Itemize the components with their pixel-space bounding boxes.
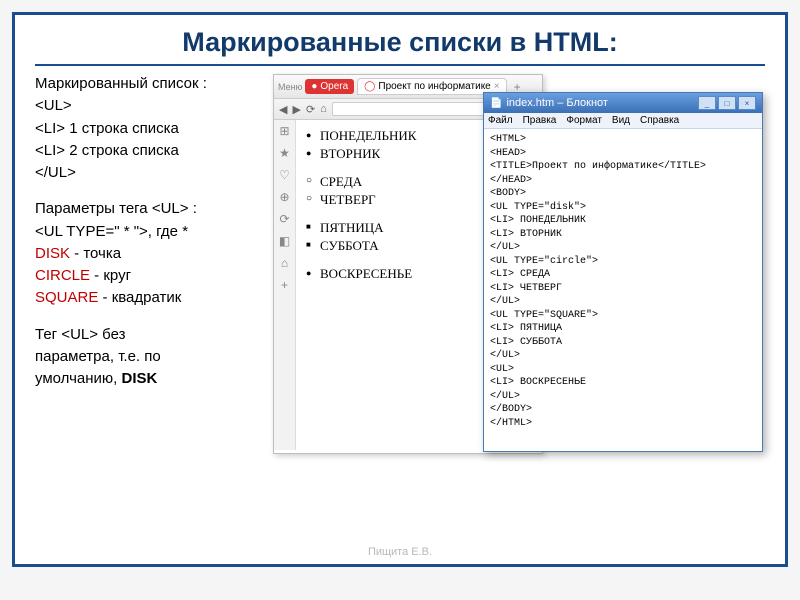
text-line: DISK - точка	[35, 244, 265, 264]
notepad-window: 📄 index.htm – Блокнот _ □ × Файл Правка …	[483, 92, 763, 452]
sidebar-icon[interactable]: ⌂	[278, 256, 292, 270]
code-line: <LI> 1 строка списка	[35, 119, 265, 139]
maximize-button[interactable]: □	[718, 96, 736, 110]
close-button[interactable]: ×	[738, 96, 756, 110]
footer-credit: Пищита Е.В.	[15, 546, 785, 558]
left-text-column: Маркированный список : <UL> <LI> 1 строк…	[35, 74, 265, 391]
menu-edit[interactable]: Правка	[523, 115, 557, 126]
menu-view[interactable]: Вид	[612, 115, 630, 126]
sidebar-icon[interactable]: ⊞	[278, 124, 292, 138]
star-icon[interactable]: ★	[278, 146, 292, 160]
text-line: <UL TYPE=" * ">, где *	[35, 222, 265, 242]
sidebar-icon[interactable]: ⊕	[278, 190, 292, 204]
home-icon[interactable]: ⌂	[320, 103, 327, 115]
text-line: CIRCLE - круг	[35, 266, 265, 286]
menu-format[interactable]: Формат	[566, 115, 602, 126]
text-line: Маркированный список :	[35, 74, 265, 94]
slide-title: Маркированные списки в HTML:	[35, 27, 765, 66]
notepad-editor[interactable]: <HTML> <HEAD> <TITLE>Проект по информати…	[484, 129, 762, 434]
text-line: SQUARE - квадратик	[35, 288, 265, 308]
notepad-icon: 📄	[490, 98, 502, 109]
text-line: умолчанию, DISK	[35, 369, 265, 389]
screenshots-area: Меню ● Opera ◯ Проект по информатике × +…	[273, 74, 765, 391]
text-line: Параметры тега <UL> :	[35, 199, 265, 219]
notepad-title-text: index.htm – Блокнот	[506, 97, 607, 109]
notepad-titlebar: 📄 index.htm – Блокнот _ □ ×	[484, 93, 762, 113]
slide-frame: Маркированные списки в HTML: Маркированн…	[12, 12, 788, 567]
browser-sidebar: ⊞ ★ ♡ ⊕ ⟳ ◧ ⌂ +	[274, 120, 296, 450]
opera-menu-button[interactable]: ● Opera	[305, 79, 354, 94]
back-icon[interactable]: ◀	[279, 103, 287, 116]
opera-icon: ●	[311, 81, 317, 92]
code-line: <LI> 2 строка списка	[35, 141, 265, 161]
window-controls: _ □ ×	[698, 96, 756, 110]
menu-help[interactable]: Справка	[640, 115, 679, 126]
content-row: Маркированный список : <UL> <LI> 1 строк…	[35, 74, 765, 391]
sidebar-icon[interactable]: ⟳	[278, 212, 292, 226]
opera-tab-icon: ◯	[364, 81, 375, 92]
opera-menu-label: Меню	[278, 82, 302, 92]
sidebar-icon[interactable]: ◧	[278, 234, 292, 248]
text-line: параметра, т.е. по	[35, 347, 265, 367]
forward-icon[interactable]: ▶	[292, 103, 300, 116]
text-line: Тег <UL> без	[35, 325, 265, 345]
menu-file[interactable]: Файл	[488, 115, 513, 126]
reload-icon[interactable]: ⟳	[306, 103, 315, 116]
code-line: </UL>	[35, 163, 265, 183]
minimize-button[interactable]: _	[698, 96, 716, 110]
close-icon[interactable]: ×	[494, 81, 500, 92]
plus-icon[interactable]: +	[278, 278, 292, 292]
notepad-menubar: Файл Правка Формат Вид Справка	[484, 113, 762, 129]
code-line: <UL>	[35, 96, 265, 116]
heart-icon[interactable]: ♡	[278, 168, 292, 182]
